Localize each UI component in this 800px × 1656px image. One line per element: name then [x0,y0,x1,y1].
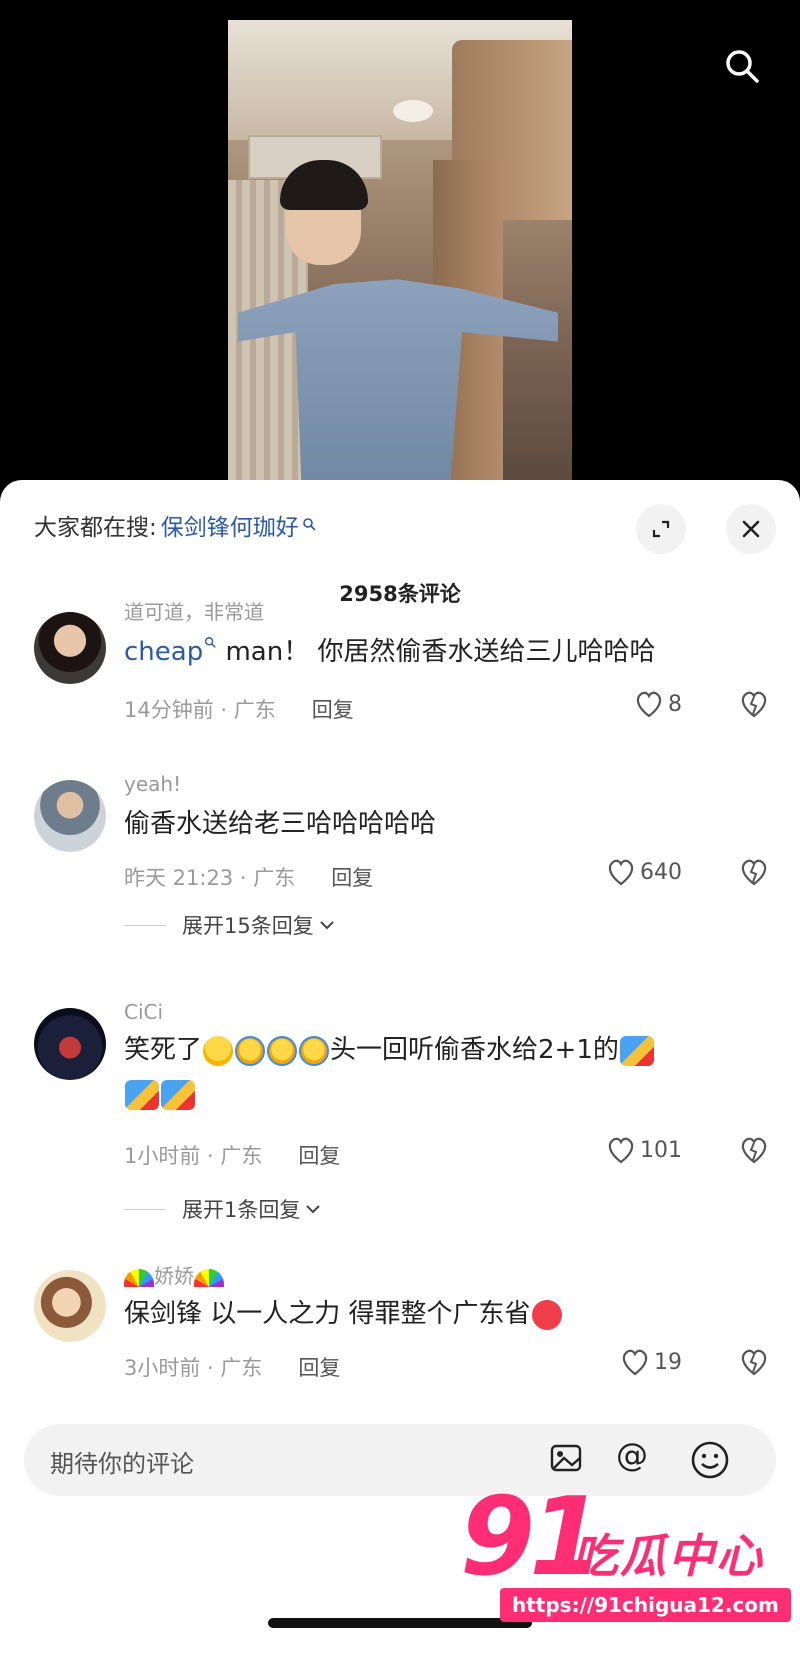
crying-laugh-emoji-icon [267,1035,298,1066]
angry-emoji-icon [531,1299,562,1330]
dislike-button[interactable] [738,1136,770,1168]
dislike-button[interactable] [738,690,770,722]
expand-replies-button[interactable]: 展开15条回复 [124,910,336,940]
close-button[interactable] [726,504,776,554]
expand-icon [652,520,670,538]
rainbow-emoji-icon [194,1268,224,1287]
comment-nickname[interactable]: CiCi [124,1000,163,1024]
comment-text: 笑死了 头一回听偷香水给2+1的 [124,1028,744,1116]
broken-heart-icon [741,859,767,886]
comment-text: 偷香水送给老三哈哈哈哈哈 [124,809,437,839]
trending-keyword[interactable]: 保剑锋何珈好 [161,508,299,542]
search-small-icon [205,637,216,648]
chevron-down-icon [306,1205,321,1214]
reply-button[interactable]: 回复 [298,1352,340,1382]
comment-nickname[interactable]: 娇娇 [124,1260,224,1289]
video-light [393,100,433,122]
rainbow-emoji-icon [124,1268,154,1287]
avatar[interactable] [34,780,106,852]
reply-button[interactable]: 回复 [331,862,373,892]
like-button[interactable]: 101 [606,1136,682,1164]
avatar[interactable] [34,1008,106,1080]
running-emoji-icon [619,1035,654,1066]
dislike-button[interactable] [738,858,770,890]
heart-icon [622,1349,648,1376]
like-button[interactable]: 8 [634,690,682,718]
running-emoji-icon [161,1079,195,1110]
chevron-down-icon [320,921,334,930]
divider [124,924,166,926]
like-button[interactable]: 19 [620,1348,682,1376]
close-icon [742,520,760,538]
watermark-logo: 91 吃瓜中心 https://91chigua12.com [460,1484,800,1634]
heart-icon [608,859,634,886]
expand-button[interactable] [636,504,686,554]
reply-button[interactable]: 回复 [312,694,354,724]
comment-mention[interactable]: cheap [124,637,203,667]
like-count: 8 [668,691,682,717]
comment-time: 14分钟前 · 广东 [124,698,276,722]
watermark-url: https://91chigua12.com [500,1588,791,1622]
running-emoji-icon [125,1079,159,1110]
heart-icon [608,1137,634,1164]
like-count: 640 [640,859,682,885]
reply-button[interactable]: 回复 [298,1140,340,1170]
trending-prefix: 大家都在搜: [34,515,157,541]
nickname-text: 娇娇 [154,1264,194,1288]
rofl-emoji-icon [203,1035,234,1066]
like-count: 101 [640,1137,682,1163]
comment-meta: 3小时前 · 广东 回复 [124,1352,340,1382]
broken-heart-icon [741,1137,767,1164]
comment-text: cheap man！ 你居然偷香水送给三儿哈哈哈 [124,630,744,674]
comment-meta: 14分钟前 · 广东 回复 [124,694,354,724]
comment-time: 3小时前 · 广东 [124,1356,263,1380]
comment-input[interactable]: 期待你的评论 [50,1444,194,1479]
comment-meta: 1小时前 · 广东 回复 [124,1140,340,1170]
crying-laugh-emoji-icon [299,1035,330,1066]
search-icon [726,50,759,83]
comment-text: 保剑锋 以一人之力 得罪整个广东省 [124,1292,744,1336]
heart-icon [636,691,662,718]
comment-time: 1小时前 · 广东 [124,1144,263,1168]
avatar[interactable] [34,612,106,684]
comment-body: man！ 你居然偷香水送给三儿哈哈哈 [217,637,656,667]
expand-replies-label: 展开15条回复 [182,914,314,938]
expand-replies-button[interactable]: 展开1条回复 [124,1194,322,1224]
dislike-button[interactable] [738,1348,770,1380]
broken-heart-icon [741,691,767,718]
trending-search[interactable]: 大家都在搜: 保剑锋何珈好 [34,508,317,542]
broken-heart-icon [741,1349,767,1376]
comment-sheet: 大家都在搜: 保剑锋何珈好 2958条评论 道可道，非常道 cheap man！… [0,480,800,1656]
comment-body: 保剑锋 以一人之力 得罪整个广东省 [124,1299,531,1329]
search-button[interactable] [718,42,766,90]
expand-replies-label: 展开1条回复 [182,1198,301,1222]
emoji-icon[interactable] [688,1438,732,1482]
comment-body: 头一回听偷香水给2+1的 [330,1035,619,1065]
like-button[interactable]: 640 [606,858,682,886]
comment-time: 昨天 21:23 · 广东 [124,866,296,890]
comment-body: 笑死了 [124,1035,203,1065]
watermark-name: 吃瓜中心 [572,1529,764,1583]
comment-meta: 昨天 21:23 · 广东 回复 [124,862,373,892]
image-icon[interactable] [546,1438,586,1478]
crying-laugh-emoji-icon [235,1035,266,1066]
avatar[interactable] [34,1270,106,1342]
like-count: 19 [654,1349,682,1375]
mention-button[interactable]: @ [616,1436,648,1474]
search-small-icon [302,518,316,531]
divider [124,1208,166,1210]
comment-nickname[interactable]: yeah! [124,772,181,796]
comment-count-title: 2958条评论 [339,582,461,606]
video-frame[interactable] [228,20,572,480]
comment-nickname[interactable]: 道可道，非常道 [124,596,264,625]
